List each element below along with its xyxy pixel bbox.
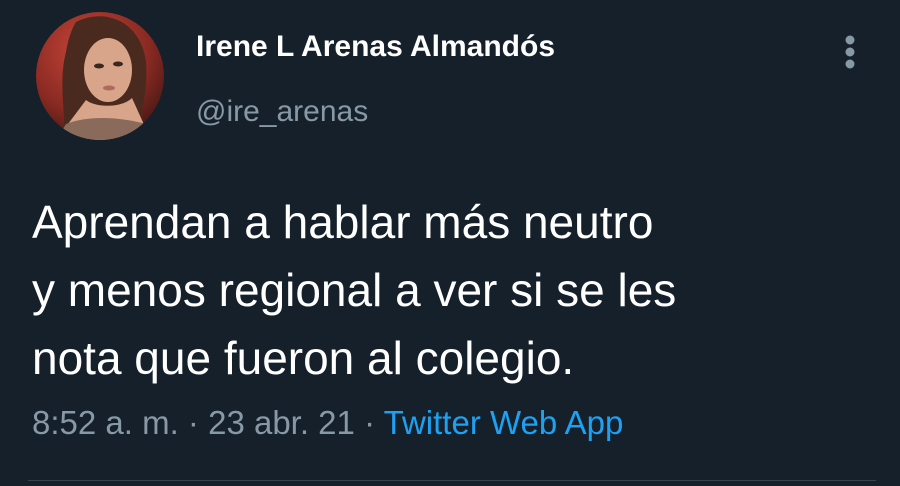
divider — [28, 480, 876, 481]
tweet-time[interactable]: 8:52 a. m. — [32, 404, 179, 441]
tweet-date[interactable]: 23 abr. 21 — [208, 404, 355, 441]
avatar-photo-icon — [36, 12, 164, 140]
avatar[interactable] — [36, 12, 164, 140]
tweet-text-line: Aprendan a hablar más neutro — [32, 196, 654, 248]
tweet-meta: 8:52 a. m. · 23 abr. 21 · Twitter Web Ap… — [32, 404, 623, 442]
author-display-name[interactable]: Irene L Arenas Almandós — [196, 30, 555, 64]
meta-separator: · — [364, 404, 376, 441]
tweet-text-line: nota que fueron al colegio. — [32, 332, 575, 384]
meta-separator: · — [187, 404, 199, 441]
tweet-text: Aprendan a hablar más neutro y menos reg… — [32, 188, 872, 392]
tweet-source-link[interactable]: Twitter Web App — [384, 404, 624, 441]
more-options-button[interactable] — [830, 30, 870, 78]
tweet-text-line: y menos regional a ver si se les — [32, 264, 677, 316]
tweet: Irene L Arenas Almandós @ire_arenas Apre… — [0, 0, 900, 486]
more-vertical-icon — [845, 35, 855, 69]
author-handle[interactable]: @ire_arenas — [196, 95, 368, 129]
